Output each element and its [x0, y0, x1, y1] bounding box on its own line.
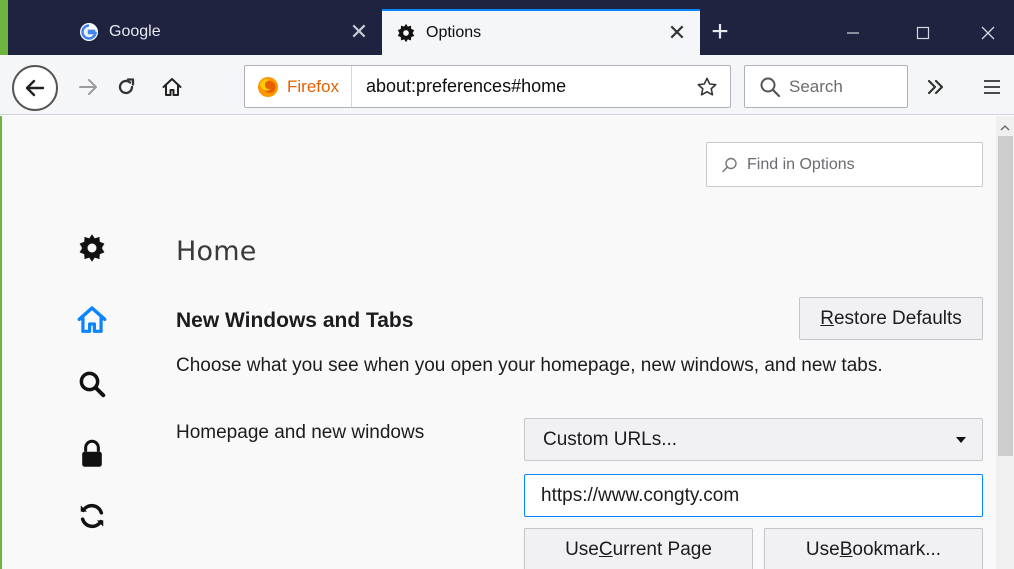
forward-arrow-icon — [79, 79, 97, 95]
window-edge — [0, 0, 8, 55]
search-bar[interactable] — [744, 65, 908, 108]
page-title: Home — [176, 236, 257, 267]
search-icon — [759, 76, 781, 98]
preferences-page: Home New Windows and Tabs Restore Defaul… — [0, 116, 1014, 569]
access-key: R — [820, 307, 834, 329]
tab-close-icon[interactable]: ✕ — [660, 16, 694, 50]
category-search[interactable] — [72, 364, 112, 404]
access-key: B — [839, 538, 853, 560]
gear-icon — [396, 23, 416, 43]
new-tab-button[interactable]: + — [702, 10, 738, 54]
home-button[interactable] — [152, 69, 192, 105]
star-icon[interactable] — [690, 70, 724, 104]
scroll-up-arrow-icon[interactable] — [996, 120, 1014, 136]
url-text[interactable]: about:preferences#home — [352, 76, 690, 97]
button-label: Use — [805, 538, 840, 560]
dropdown-caret-icon — [946, 436, 976, 444]
category-privacy[interactable] — [72, 434, 112, 474]
button-label: urrent Page — [612, 538, 712, 560]
google-icon — [79, 22, 99, 42]
firefox-logo-icon — [257, 76, 279, 98]
identity-box[interactable]: Firefox — [245, 66, 352, 107]
tab-bar: Google ✕ Options ✕ + — [0, 0, 1014, 55]
dropdown-value: Custom URLs... — [543, 428, 678, 450]
gear-icon — [79, 234, 105, 262]
homepage-mode-dropdown[interactable]: Custom URLs... — [524, 418, 983, 461]
search-input[interactable] — [789, 76, 899, 97]
back-arrow-icon — [25, 79, 45, 97]
navigation-toolbar: Firefox about:preferences#home — [0, 55, 1014, 115]
home-icon — [162, 78, 182, 96]
forward-button[interactable] — [70, 69, 106, 105]
window-edge — [0, 116, 2, 569]
tab-options[interactable]: Options ✕ — [382, 9, 700, 55]
hamburger-menu-icon[interactable] — [972, 69, 1012, 105]
find-in-options-box[interactable] — [706, 142, 983, 187]
restore-defaults-button[interactable]: Restore Defaults — [799, 297, 983, 340]
reload-icon — [118, 78, 135, 95]
button-label: ookmark... — [852, 538, 942, 560]
category-sync[interactable] — [72, 496, 112, 536]
category-general[interactable] — [72, 228, 112, 268]
homepage-url-field[interactable] — [524, 474, 983, 517]
section-heading: New Windows and Tabs — [176, 309, 414, 332]
reload-button[interactable] — [108, 69, 144, 105]
homepage-url-input[interactable] — [525, 484, 982, 507]
tab-title: Options — [426, 24, 482, 41]
category-home[interactable] — [72, 300, 112, 340]
overflow-chevron-icon[interactable] — [918, 69, 954, 105]
button-label: Use — [565, 538, 599, 560]
use-bookmark-button[interactable]: Use Bookmark... — [764, 528, 983, 569]
maximize-icon[interactable] — [895, 10, 951, 55]
homepage-label: Homepage and new windows — [176, 422, 425, 443]
search-icon — [721, 156, 739, 174]
tab-title: Google — [109, 23, 161, 40]
identity-label: Firefox — [287, 76, 339, 96]
url-bar[interactable]: Firefox about:preferences#home — [244, 65, 731, 108]
lock-icon — [82, 439, 102, 467]
minimize-icon[interactable] — [825, 10, 881, 55]
scrollbar-thumb[interactable] — [998, 136, 1013, 456]
back-button[interactable] — [12, 65, 58, 111]
tab-close-icon[interactable]: ✕ — [342, 15, 376, 49]
search-icon — [79, 371, 106, 398]
sync-icon — [80, 503, 104, 529]
section-description: Choose what you see when you open your h… — [176, 355, 883, 376]
vertical-scrollbar[interactable] — [996, 116, 1014, 569]
button-label: estore Defaults — [833, 307, 962, 329]
find-in-options-input[interactable] — [747, 155, 967, 174]
home-icon — [77, 306, 107, 333]
close-icon[interactable] — [960, 10, 1014, 55]
access-key: C — [598, 538, 613, 560]
tab-google[interactable]: Google ✕ — [65, 9, 382, 55]
use-current-page-button[interactable]: Use Current Page — [524, 528, 753, 569]
